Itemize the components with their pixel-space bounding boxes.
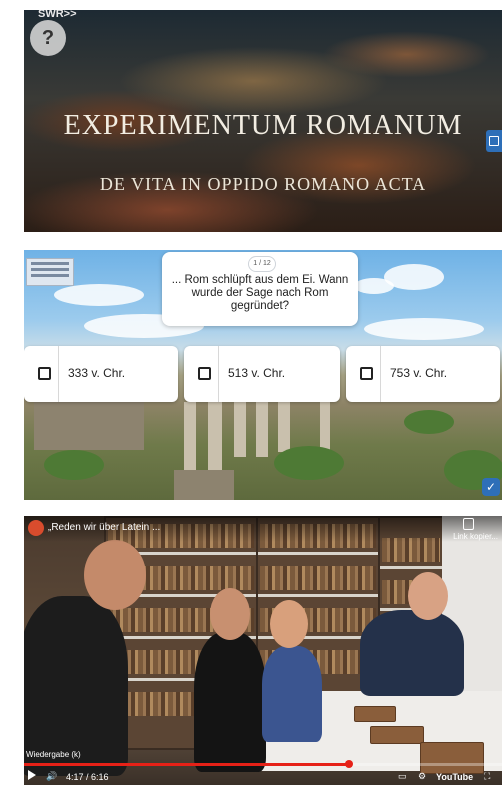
youtube-video-panel[interactable]: „Reden wir über Latein ... Link kopier..… [24, 516, 502, 785]
copy-link-label[interactable]: Link kopier... [453, 532, 498, 541]
person-head [408, 572, 448, 620]
time-display: 4:17 / 6:16 [66, 772, 109, 782]
question-text: ... Rom schlüpft aus dem Ei. Wann wurde … [171, 274, 349, 312]
person-man-right [360, 610, 464, 696]
column [320, 402, 330, 452]
question-counter: 1 / 12 [248, 256, 276, 272]
question-card: 1 / 12 ... Rom schlüpft aus dem Ei. Wann… [162, 252, 358, 326]
old-book [420, 742, 484, 774]
checkbox-icon[interactable] [198, 367, 211, 380]
settings-icon[interactable]: ⚙ [418, 771, 426, 782]
video-subtitle: DE VITA IN OPPIDO ROMANO ACTA [99, 174, 427, 194]
tree [44, 450, 104, 480]
ruin [174, 470, 234, 500]
answer-option-3[interactable]: 753 v. Chr. [346, 346, 500, 402]
answer-label: 333 v. Chr. [68, 366, 126, 380]
video-title: EXPERIMENTUM ROMANUM [63, 110, 463, 141]
help-button[interactable]: ? [30, 20, 66, 56]
answer-option-2[interactable]: 513 v. Chr. [184, 346, 340, 402]
thumbnail-preview[interactable] [26, 258, 74, 286]
checkbox-icon[interactable] [360, 367, 373, 380]
fullscreen-tab-icon[interactable] [486, 130, 502, 152]
ruin [34, 400, 144, 450]
person-girl [194, 632, 266, 772]
playback-status: Wiedergabe (k) [26, 750, 81, 759]
column [256, 402, 268, 457]
person-man-left [24, 596, 128, 776]
person-head [270, 600, 308, 648]
quiz-panel: 1 / 12 ... Rom schlüpft aus dem Ei. Wann… [24, 250, 502, 500]
cloud [54, 284, 144, 306]
person-boy [262, 646, 322, 742]
youtube-logo[interactable]: YouTube [436, 772, 473, 782]
volume-icon[interactable]: 🔊 [46, 771, 57, 782]
cloud [364, 318, 484, 340]
progress-bar[interactable] [24, 760, 502, 768]
tree [274, 446, 344, 480]
video-title[interactable]: „Reden wir über Latein ... [48, 522, 160, 533]
column [278, 402, 290, 452]
answer-option-1[interactable]: 333 v. Chr. [24, 346, 178, 402]
cloud [354, 278, 394, 294]
copy-link-icon[interactable] [463, 518, 474, 530]
answer-label: 753 v. Chr. [390, 366, 448, 380]
column [234, 402, 246, 457]
person-head [84, 540, 146, 610]
checkbox-icon[interactable] [38, 367, 51, 380]
fullscreen-icon[interactable]: ⛶ [484, 771, 490, 782]
old-book [370, 726, 424, 744]
person-head [210, 588, 250, 640]
swr-logo: SWR>> [38, 10, 77, 20]
check-icon[interactable]: ✓ [482, 478, 500, 496]
play-icon[interactable] [28, 770, 36, 780]
tree [404, 410, 454, 434]
channel-avatar-icon[interactable] [28, 520, 44, 536]
old-book [354, 706, 396, 722]
answer-label: 513 v. Chr. [228, 366, 286, 380]
captions-icon[interactable]: ▭ [398, 771, 407, 782]
title-video-panel[interactable]: SWR>> ? EXPERIMENTUM ROMANUM DE VITA IN … [24, 10, 502, 232]
